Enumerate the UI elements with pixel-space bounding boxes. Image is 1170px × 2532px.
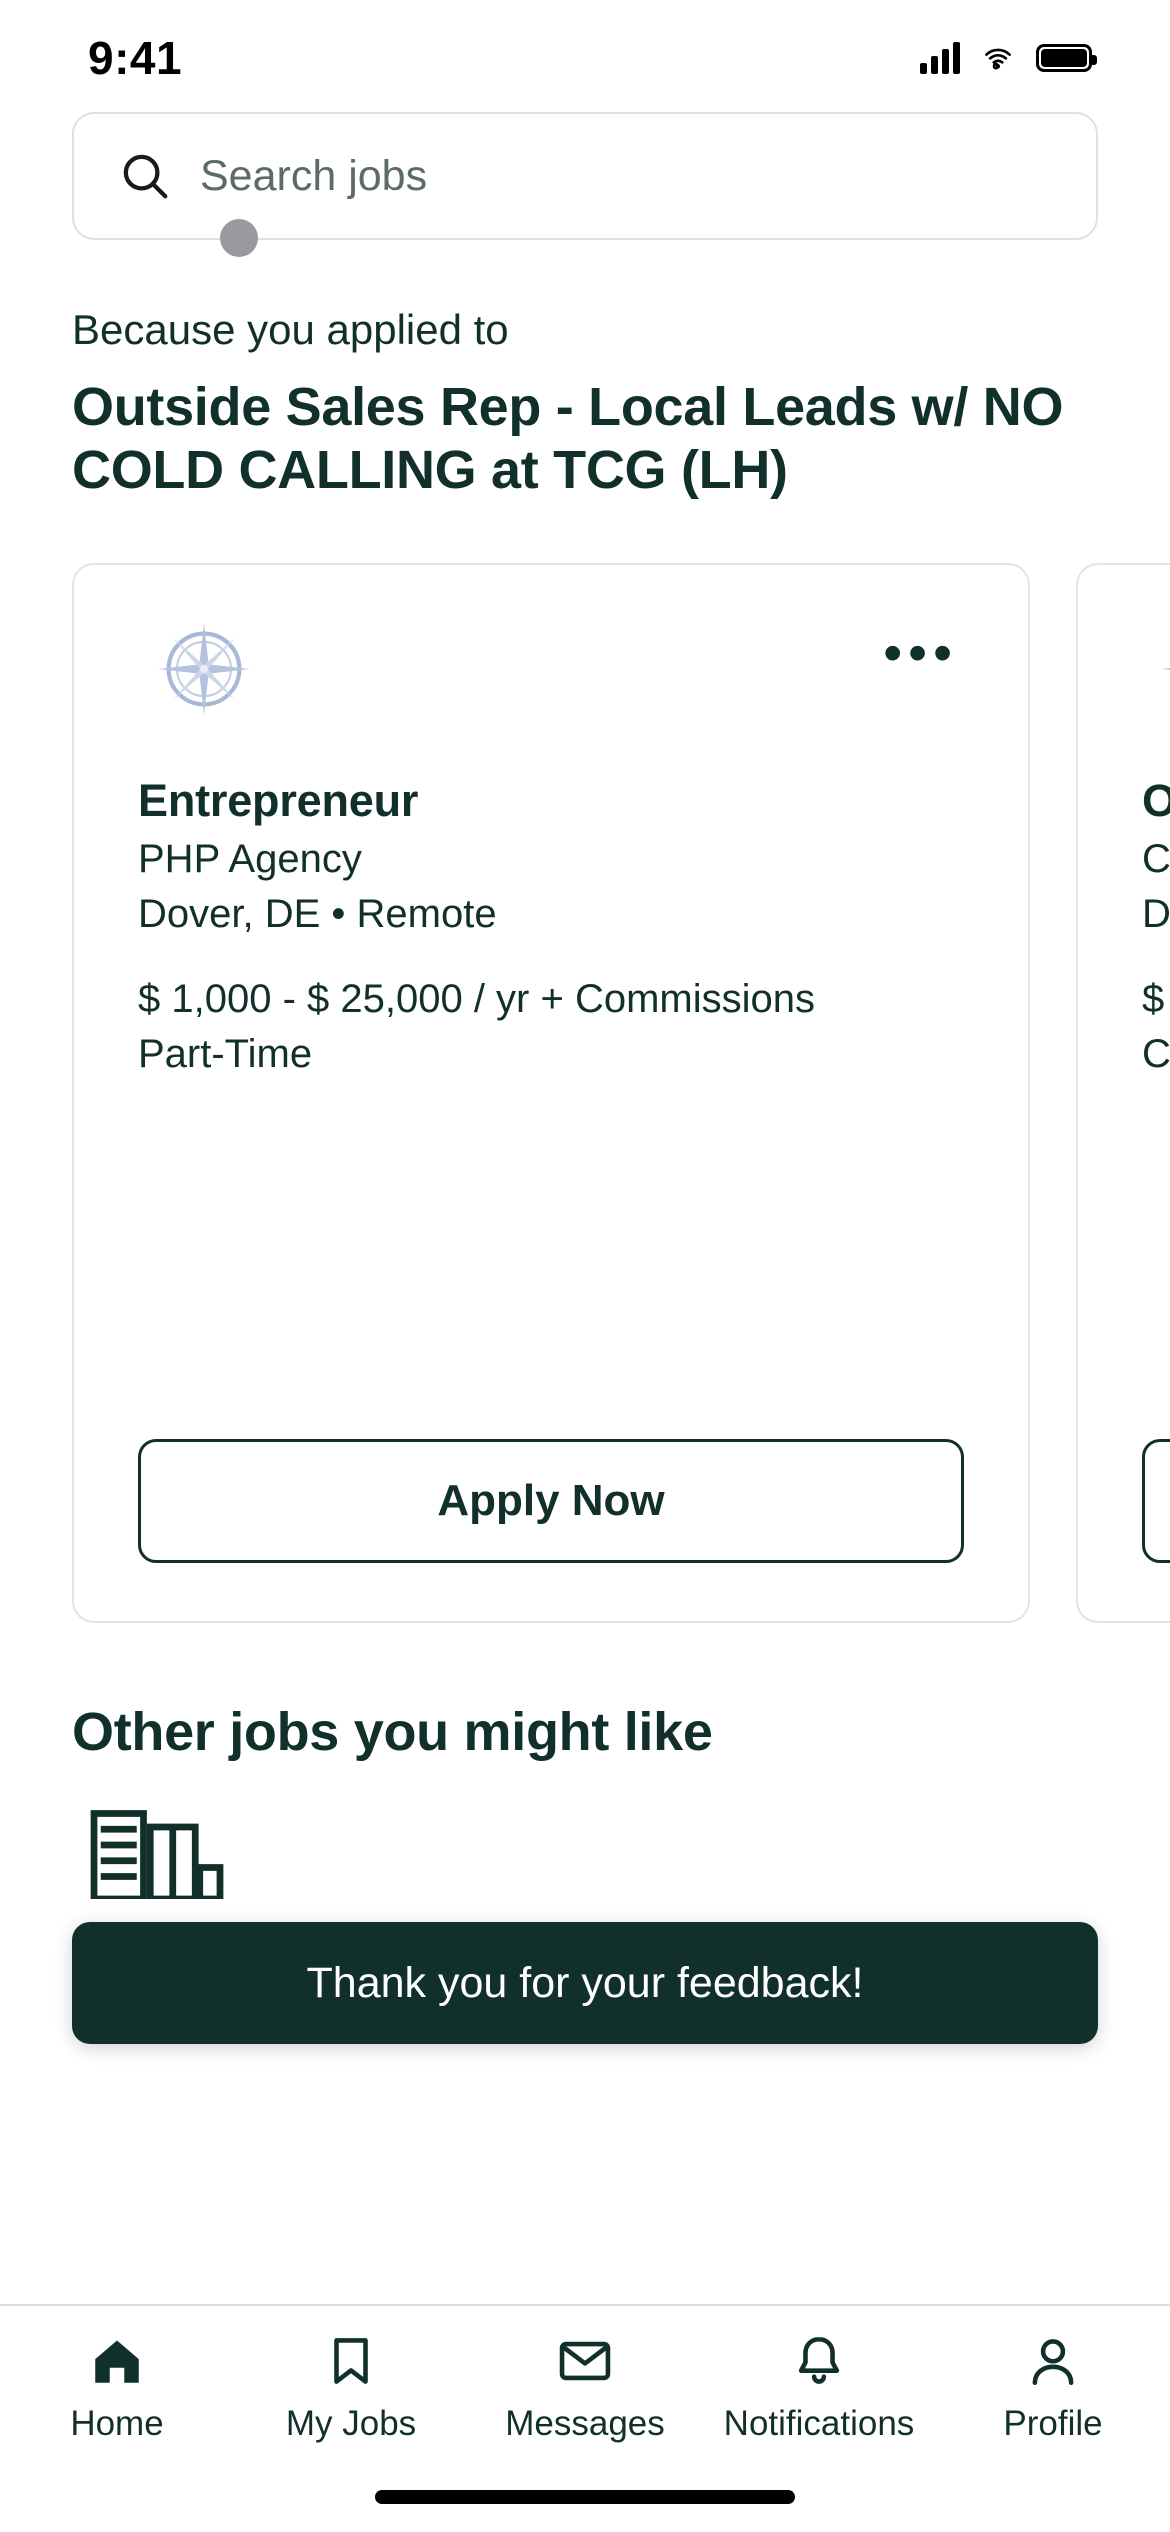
tab-home[interactable]: Home	[0, 2332, 234, 2444]
job-card-title: Entrepreneur	[138, 775, 419, 827]
tab-my-jobs-label: My Jobs	[285, 2404, 417, 2443]
search-placeholder: Search jobs	[200, 151, 428, 200]
job-card-title: Ou	[1142, 775, 1170, 827]
tab-messages[interactable]: Messages	[468, 2332, 702, 2444]
tab-messages-label: Messages	[505, 2404, 665, 2443]
home-icon	[95, 2340, 139, 2383]
tab-home-label: Home	[70, 2404, 164, 2443]
compass-rose-icon	[1162, 668, 1170, 671]
bell-icon	[798, 2336, 840, 2384]
job-card-company: Co	[1142, 837, 1170, 882]
tab-notifications-label: Notifications	[723, 2404, 915, 2443]
job-card-location: Do	[1142, 892, 1170, 937]
job-card-pay: $ 1,000 - $ 25,000 / yr + Commissions	[138, 977, 815, 1022]
status-bar-icons	[920, 42, 1097, 74]
envelope-icon	[559, 2341, 611, 2381]
job-card-spacer	[138, 1077, 964, 1439]
job-card-location: Dover, DE • Remote	[138, 892, 497, 937]
apply-now-button[interactable]: Apply Now	[138, 1439, 964, 1564]
job-card[interactable]: ••• Ou Co Do $ 1 Co	[1076, 563, 1170, 1624]
tab-notifications[interactable]: Notifications	[702, 2332, 936, 2444]
wifi-icon	[985, 48, 1011, 70]
battery-icon	[1036, 44, 1097, 72]
recommendation-eyebrow: Because you applied to	[72, 306, 509, 353]
touch-indicator	[220, 219, 258, 257]
job-card-spacer	[1142, 1077, 1170, 1439]
other-jobs-heading: Other jobs you might like	[72, 1702, 713, 1763]
job-card[interactable]: ••• Entrepreneur PHP Agency Dover, DE • …	[72, 563, 1030, 1624]
building-icon	[82, 1809, 232, 1900]
page-title: Outside Sales Rep - Local Leads w/ NO CO…	[72, 377, 1064, 500]
search-section: Search jobs	[0, 112, 1170, 240]
job-card-header: •••	[138, 617, 964, 721]
job-card-company: PHP Agency	[138, 837, 362, 882]
person-icon	[1032, 2339, 1074, 2386]
status-bar-time: 9:41	[88, 32, 183, 84]
tab-my-jobs[interactable]: My Jobs	[234, 2332, 468, 2444]
job-card-header: •••	[1142, 617, 1170, 721]
feedback-toast: Thank you for your feedback!	[72, 1922, 1098, 2044]
recommendation-header: Because you applied to Outside Sales Rep…	[0, 306, 1170, 501]
job-card-overflow-button[interactable]: •••	[883, 617, 964, 680]
search-icon	[123, 154, 168, 199]
tab-profile-label: Profile	[1003, 2404, 1103, 2443]
compass-rose-icon	[158, 623, 250, 716]
status-bar: 9:41	[0, 0, 1170, 116]
tab-profile[interactable]: Profile	[936, 2332, 1170, 2444]
other-jobs-section: Other jobs you might like	[0, 1701, 1170, 1900]
bookmark-icon	[334, 2338, 368, 2384]
feedback-toast-message: Thank you for your feedback!	[306, 1958, 864, 2007]
apply-now-button[interactable]	[1142, 1439, 1170, 1564]
job-card-employment-type: Part-Time	[138, 1032, 313, 1077]
cellular-signal-icon	[920, 42, 960, 74]
bottom-tab-bar: Home My Jobs Messages Notifications Prof…	[0, 2304, 1170, 2532]
job-card-employment-type: Co	[1142, 1032, 1170, 1077]
search-input[interactable]: Search jobs	[72, 112, 1098, 240]
job-card-pay: $ 1	[1142, 977, 1170, 1022]
home-indicator	[375, 2490, 795, 2504]
job-card-carousel[interactable]: ••• Entrepreneur PHP Agency Dover, DE • …	[0, 563, 1170, 1624]
